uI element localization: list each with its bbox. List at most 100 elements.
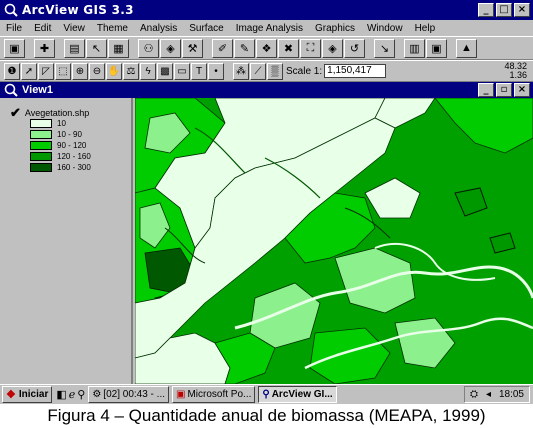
zoom-out-tool[interactable]: ⊖ bbox=[89, 62, 105, 80]
image-button[interactable]: ▣ bbox=[426, 38, 447, 58]
select-feature-tool[interactable]: ⬚ bbox=[55, 62, 71, 80]
legend-label: 10 bbox=[57, 119, 66, 128]
vertex-edit-tool[interactable]: ◸ bbox=[38, 62, 54, 80]
zoom-active-themes-button[interactable]: ✖ bbox=[278, 38, 299, 58]
scale-input[interactable]: 1,150,417 bbox=[324, 64, 387, 78]
zoom-in-tool[interactable]: ⊕ bbox=[72, 62, 88, 80]
menu-image-analysis[interactable]: Image Analysis bbox=[236, 23, 303, 34]
menu-graphics[interactable]: Graphics bbox=[315, 23, 355, 34]
save-project-button[interactable]: ▣ bbox=[4, 38, 25, 58]
menu-view[interactable]: View bbox=[63, 23, 85, 34]
select-by-theme-button[interactable]: ✐ bbox=[212, 38, 233, 58]
query-builder-button[interactable]: ⚒ bbox=[182, 38, 203, 58]
task-button-2[interactable]: ▣ Microsoft Po... bbox=[172, 386, 256, 403]
label-icon: ▭ bbox=[177, 65, 187, 77]
taskbar: ❖ Iniciar ◧ ℯ ⚲ ⚙ [02] 00:43 - ... ▣ Mic… bbox=[0, 384, 533, 404]
edit-legend-button[interactable]: ↖ bbox=[86, 38, 107, 58]
quick-launch-browser-icon[interactable]: ℯ bbox=[69, 388, 76, 401]
legend-item: 120 - 160 bbox=[30, 151, 91, 162]
arcview-task-icon: ⚲ bbox=[262, 389, 270, 400]
menu-surface[interactable]: Surface bbox=[189, 23, 223, 34]
aoi-icon: ▩ bbox=[160, 65, 170, 77]
quick-launch-desktop-icon[interactable]: ◧ bbox=[56, 388, 66, 401]
legend-swatch bbox=[30, 119, 52, 128]
binoculars-icon: ⚇ bbox=[143, 42, 154, 55]
menu-edit[interactable]: Edit bbox=[34, 23, 51, 34]
legend-swatch bbox=[30, 130, 52, 139]
select-graphics-button[interactable]: ↘ bbox=[374, 38, 395, 58]
spatial-tool[interactable]: ▒ bbox=[267, 62, 283, 80]
find-button[interactable]: ⚇ bbox=[138, 38, 159, 58]
menu-analysis[interactable]: Analysis bbox=[140, 23, 177, 34]
plus-icon: ✚ bbox=[39, 42, 50, 55]
lightning-icon: ϟ bbox=[145, 65, 151, 77]
theme-properties-button[interactable]: ▤ bbox=[64, 38, 85, 58]
tool-bar: ❶ ➚ ◸ ⬚ ⊕ ⊖ ✋ ⚖ ϟ ▩ ▭ T • ⁂ ⟋ ▒ Scale 1:… bbox=[0, 60, 533, 82]
layout-button[interactable]: ▥ bbox=[404, 38, 425, 58]
add-theme-button[interactable]: ✚ bbox=[34, 38, 55, 58]
view-minimize-button[interactable]: _ bbox=[478, 83, 494, 97]
pointer-icon: ➚ bbox=[24, 65, 34, 77]
view-restore-button[interactable]: ▫ bbox=[496, 83, 512, 97]
app-title-bar: ArcView GIS 3.3 _ □ × bbox=[0, 0, 533, 20]
minimize-button[interactable]: _ bbox=[478, 3, 494, 17]
zoom-full-extent-button[interactable]: ❖ bbox=[256, 38, 277, 58]
legend-swatch bbox=[30, 152, 52, 161]
info-icon: ❶ bbox=[7, 65, 17, 77]
locate-address-button[interactable]: ◈ bbox=[160, 38, 181, 58]
menu-theme[interactable]: Theme bbox=[97, 23, 128, 34]
menu-help[interactable]: Help bbox=[415, 23, 436, 34]
start-button[interactable]: ❖ Iniciar bbox=[2, 386, 53, 403]
map-display[interactable] bbox=[135, 98, 533, 384]
tray-speaker-icon[interactable]: ◂ bbox=[486, 389, 491, 400]
maximize-button[interactable]: □ bbox=[496, 3, 512, 17]
zoom-selected-button[interactable]: ⛶ bbox=[300, 38, 321, 58]
help-button[interactable]: ▲ bbox=[456, 38, 477, 58]
theme-name: Avegetation.shp bbox=[24, 108, 90, 118]
task-button-1[interactable]: ⚙ [02] 00:43 - ... bbox=[88, 386, 170, 403]
label-tool[interactable]: ▭ bbox=[174, 62, 190, 80]
legend-swatch bbox=[30, 163, 52, 172]
visibility-checkbox[interactable]: ✔ bbox=[10, 105, 21, 121]
snap-tool[interactable]: ⟋ bbox=[250, 62, 266, 80]
zoom-previous-button[interactable]: ↺ bbox=[344, 38, 365, 58]
measure-icon: ⚖ bbox=[126, 65, 136, 77]
text-tool[interactable]: T bbox=[191, 62, 207, 80]
table-of-contents: ✔ Avegetation.shp 10 10 - 90 90 - 120 12… bbox=[0, 98, 133, 384]
draw-point-tool[interactable]: • bbox=[208, 62, 224, 80]
clear-selection-button[interactable]: ✎ bbox=[234, 38, 255, 58]
select-feature-icon: ⬚ bbox=[58, 65, 68, 77]
close-button[interactable]: × bbox=[514, 3, 530, 17]
open-table-button[interactable]: ▦ bbox=[108, 38, 129, 58]
task-button-3[interactable]: ⚲ ArcView GI... bbox=[258, 386, 337, 403]
tray-network-icon[interactable]: ⛭ bbox=[470, 389, 478, 400]
coord-y: 1.36 bbox=[509, 70, 527, 80]
legend: 10 10 - 90 90 - 120 120 - 160 160 - 300 bbox=[30, 118, 91, 173]
quick-launch-search-icon[interactable]: ⚲ bbox=[77, 388, 85, 401]
legend-icon: ↖ bbox=[91, 42, 102, 55]
vertex-icon: ◸ bbox=[42, 65, 50, 77]
hotlink-tool[interactable]: ϟ bbox=[140, 62, 156, 80]
zoom-in-fixed-icon: ◈ bbox=[328, 42, 337, 55]
hand-icon: ✋ bbox=[107, 65, 121, 77]
help-icon: ▲ bbox=[461, 42, 472, 54]
view-title: View1 bbox=[22, 84, 53, 96]
menu-file[interactable]: File bbox=[6, 23, 22, 34]
legend-label: 90 - 120 bbox=[57, 141, 87, 150]
identify-tool[interactable]: ❶ bbox=[4, 62, 20, 80]
menu-window[interactable]: Window bbox=[367, 23, 403, 34]
arcview-globe-icon bbox=[4, 3, 18, 17]
locate-icon: ◈ bbox=[166, 42, 175, 55]
zoom-in-fixed-button[interactable]: ◈ bbox=[322, 38, 343, 58]
pointer-tool[interactable]: ➚ bbox=[21, 62, 37, 80]
floppy-icon: ▣ bbox=[9, 42, 20, 55]
view-close-button[interactable]: × bbox=[514, 83, 530, 97]
area-of-interest-tool[interactable]: ▩ bbox=[157, 62, 173, 80]
measure-tool[interactable]: ⚖ bbox=[123, 62, 139, 80]
draw-tool[interactable]: ⁂ bbox=[233, 62, 249, 80]
legend-swatch bbox=[30, 141, 52, 150]
snap-icon: ⟋ bbox=[254, 65, 262, 77]
pan-tool[interactable]: ✋ bbox=[106, 62, 122, 80]
start-label: Iniciar bbox=[18, 389, 49, 400]
clear-selection-icon: ✎ bbox=[239, 42, 250, 55]
